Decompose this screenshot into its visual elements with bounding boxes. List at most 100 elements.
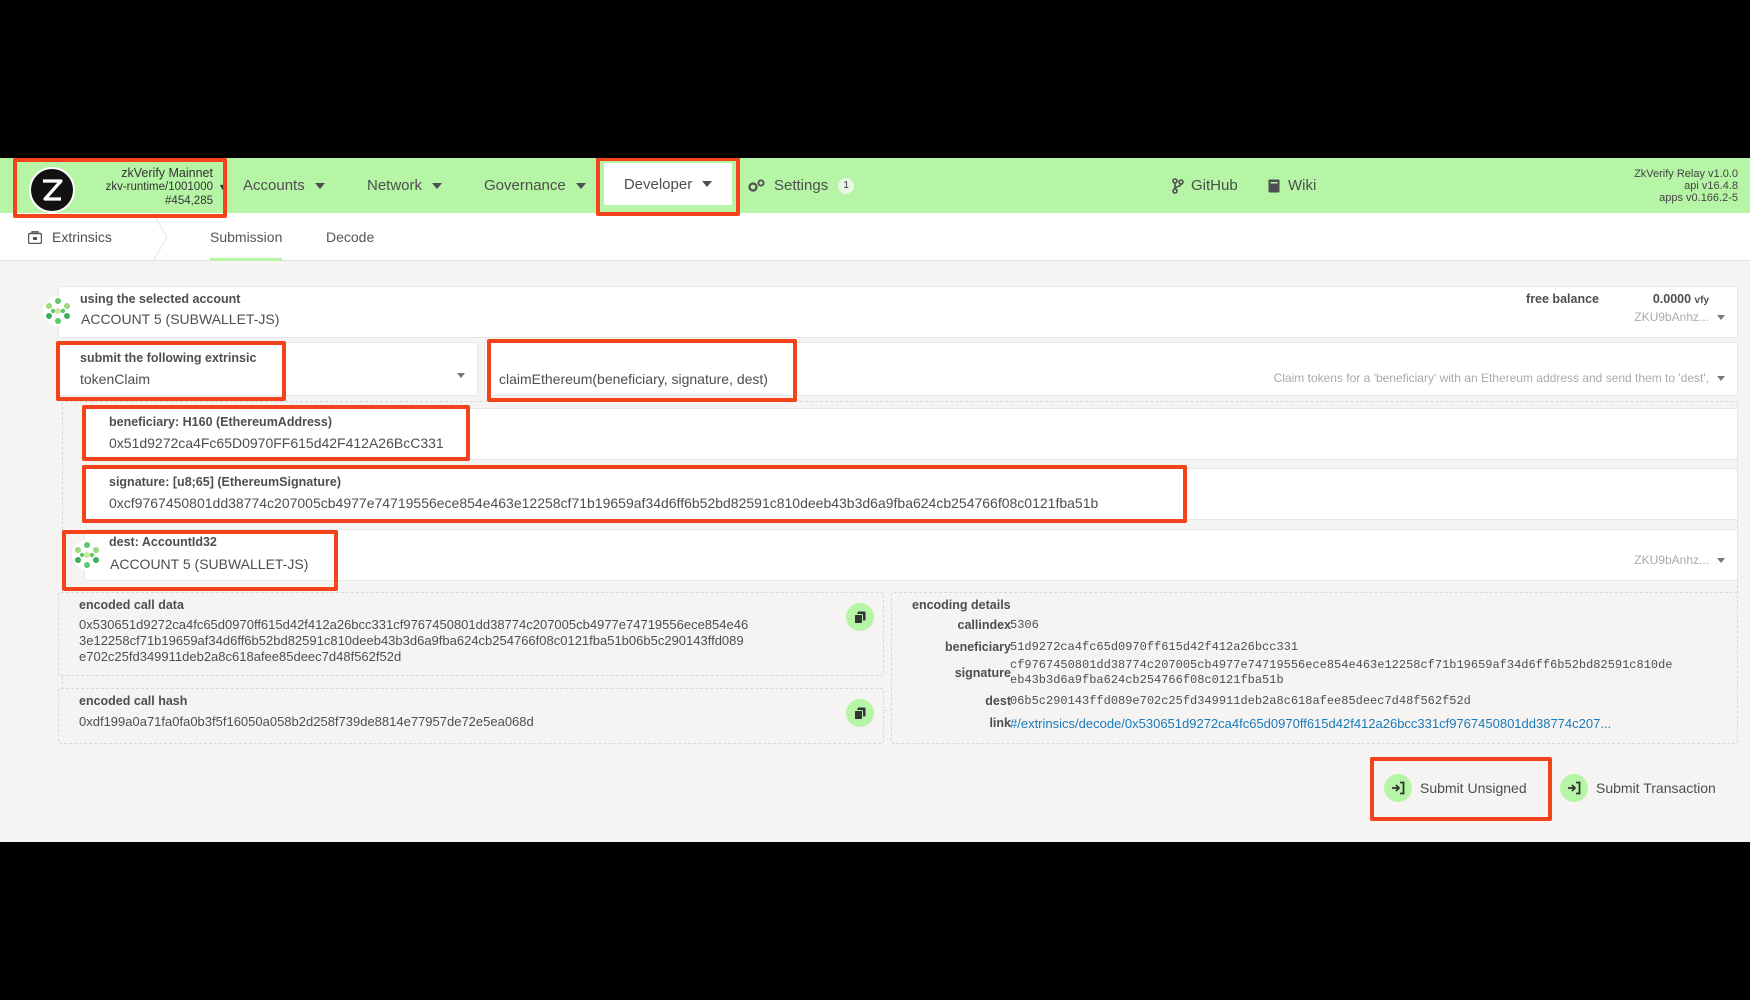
chain-block: #454,285 — [165, 195, 213, 207]
beneficiary-detail-label: beneficiary — [944, 640, 1011, 654]
nav-developer-label: Developer — [623, 175, 693, 193]
nav-settings[interactable]: Settings 1 — [748, 158, 855, 213]
signature-detail-line: cf9767450801dd38774c207005cb4977e7471955… — [1010, 658, 1673, 672]
breadcrumb-separator — [152, 213, 168, 261]
decode-link[interactable]: #/extrinsics/decode/0x530651d9272ca4fc65… — [1010, 716, 1611, 731]
section-title: Extrinsics — [28, 213, 112, 261]
nav-accounts-label: Accounts — [243, 177, 305, 194]
nav-governance[interactable]: Governance — [484, 158, 586, 213]
encoded-call-hash-box: encoded call hash 0xdf199a0a71fa0fa0b3f5… — [58, 688, 884, 744]
call-selector[interactable]: claimEthereum(beneficiary, signature, de… — [484, 342, 1738, 396]
tab-decode[interactable]: Decode — [311, 213, 389, 261]
dest-field[interactable]: dest: AccountId32 ACCOUNT 5 (SUBWALLET-J… — [84, 529, 1738, 581]
free-balance-value: 0.0000 vfy — [1653, 292, 1709, 306]
gears-icon — [748, 179, 765, 192]
signature-label: signature: [u8;65] (EthereumSignature) — [109, 475, 341, 489]
beneficiary-label: beneficiary: H160 (EthereumAddress) — [109, 415, 332, 429]
encoding-details-box: encoding details callindex 5306 benefici… — [891, 592, 1738, 744]
chevron-down-icon — [1717, 376, 1725, 381]
free-balance-unit: vfy — [1694, 295, 1709, 306]
nav-github[interactable]: GitHub — [1172, 158, 1238, 213]
nav-github-label: GitHub — [1191, 177, 1238, 194]
submit-unsigned-label: Submit Unsigned — [1420, 780, 1527, 796]
apps-version: apps v0.166.2-5 — [1659, 192, 1738, 204]
chevron-down-icon — [432, 182, 443, 189]
call-value: claimEthereum(beneficiary, signature, de… — [499, 371, 768, 387]
tab-submission-label: Submission — [210, 229, 283, 245]
nav-network-label: Network — [367, 177, 423, 194]
beneficiary-detail-value: 51d9272ca4fc65d0970ff615d42f412a26bcc331 — [1010, 640, 1299, 654]
dest-identicon — [72, 540, 102, 570]
encoded-call-data-box: encoded call data 0x530651d9272ca4fc65d0… — [58, 592, 884, 676]
beneficiary-field[interactable]: beneficiary: H160 (EthereumAddress) 0x51… — [84, 408, 1738, 460]
chain-selector[interactable]: zkVerify Mainnet zkv-runtime/1001000 #45… — [16, 162, 227, 213]
encoded-call-data-line: 3e12258cf71b19659af34d6ff6b52bd82591c810… — [79, 633, 744, 648]
pallet-selector[interactable]: submit the following extrinsic tokenClai… — [58, 342, 478, 396]
encoded-call-data-label: encoded call data — [79, 598, 184, 612]
nav-governance-label: Governance — [484, 177, 566, 194]
pallet-value: tokenClaim — [80, 371, 151, 387]
chevron-down-icon — [1717, 315, 1725, 320]
dest-value: ACCOUNT 5 (SUBWALLET-JS) — [110, 556, 309, 572]
chevron-down-icon — [702, 181, 713, 187]
encoded-call-data-line: e702c25fd349911deb2a8c618afee85deec7d48f… — [79, 649, 402, 664]
nav-network[interactable]: Network — [367, 158, 443, 213]
sign-in-icon — [1384, 774, 1412, 802]
top-navbar: zkVerify Mainnet zkv-runtime/1001000 #45… — [0, 158, 1750, 213]
submit-unsigned-button[interactable]: Submit Unsigned — [1384, 768, 1527, 808]
callindex-label: callindex — [957, 618, 1012, 632]
account-address-short: ZKU9bAnhz... — [1634, 310, 1709, 324]
signature-field[interactable]: signature: [u8;65] (EthereumSignature) 0… — [84, 468, 1738, 520]
settings-badge: 1 — [838, 177, 855, 194]
api-version: api v16.4.8 — [1684, 180, 1738, 192]
nav-accounts[interactable]: Accounts — [243, 158, 325, 213]
beneficiary-value: 0x51d9272ca4Fc65D0970FF615d42F412A26BcC3… — [109, 435, 444, 451]
polkadot-apps-window: zkVerify Mainnet zkv-runtime/1001000 #45… — [0, 158, 1750, 842]
code-branch-icon — [1172, 177, 1184, 194]
tab-decode-label: Decode — [326, 229, 375, 245]
encoded-call-hash-value: 0xdf199a0a71fa0fa0b3f5f16050a058b2d258f7… — [79, 714, 534, 729]
copy-icon — [854, 707, 866, 720]
chevron-down-icon — [314, 182, 325, 189]
dest-detail-value: 06b5c290143ffd089e702c25fd349911deb2a8c6… — [1010, 694, 1471, 708]
copy-icon — [854, 611, 866, 624]
submit-transaction-button[interactable]: Submit Transaction — [1560, 768, 1716, 808]
free-balance-label: free balance — [1526, 292, 1599, 306]
signature-detail-line: eb43b3d6a9fba624cb254766f08c0121fba51b — [1010, 673, 1284, 687]
chain-name: zkVerify Mainnet — [121, 166, 213, 180]
encoded-call-hash-label: encoded call hash — [79, 694, 188, 708]
nav-settings-label: Settings — [774, 177, 829, 194]
dest-detail-label: dest — [985, 694, 1011, 708]
link-label: link — [989, 716, 1011, 730]
account-label: using the selected account — [80, 292, 241, 306]
copy-call-hash-button[interactable] — [846, 699, 874, 727]
nav-wiki-label: Wiki — [1288, 177, 1317, 194]
chain-runtime: zkv-runtime/1001000 — [105, 181, 213, 193]
relay-version: ZkVerify Relay v1.0.0 — [1634, 168, 1738, 180]
chevron-down-icon — [457, 373, 465, 378]
account-value: ACCOUNT 5 (SUBWALLET-JS) — [81, 311, 280, 327]
encoded-call-data-value: 0x530651d9272ca4fc65d0970ff615d42f412a26… — [79, 617, 748, 665]
submit-transaction-label: Submit Transaction — [1596, 780, 1716, 796]
chevron-down-icon — [1717, 558, 1725, 563]
nav-wiki[interactable]: Wiki — [1268, 158, 1316, 213]
free-balance-amount: 0.0000 — [1652, 292, 1692, 306]
account-selector[interactable]: using the selected account ACCOUNT 5 (SU… — [58, 286, 1738, 338]
chevron-down-icon — [575, 182, 586, 189]
copy-call-data-button[interactable] — [846, 603, 874, 631]
section-title-label: Extrinsics — [52, 229, 112, 245]
tab-submission[interactable]: Submission — [195, 213, 297, 261]
nav-developer[interactable]: Developer — [604, 163, 732, 205]
zkverify-logo-icon — [29, 167, 75, 213]
signature-detail-value: cf9767450801dd38774c207005cb4977e7471955… — [1010, 658, 1673, 688]
signature-detail-label: signature — [954, 666, 1011, 680]
book-icon — [1268, 179, 1280, 192]
extrinsic-label: submit the following extrinsic — [80, 351, 257, 365]
call-description: Claim tokens for a 'beneficiary' with an… — [1273, 371, 1709, 385]
sub-navbar: Extrinsics Submission Decode — [0, 213, 1750, 261]
account-identicon — [43, 296, 73, 326]
dest-address-short: ZKU9bAnhz... — [1634, 553, 1709, 567]
chevron-down-icon: ▼ — [218, 182, 227, 192]
sign-in-icon — [1560, 774, 1588, 802]
version-info: ZkVerify Relay v1.0.0 api v16.4.8 apps v… — [1634, 168, 1738, 204]
